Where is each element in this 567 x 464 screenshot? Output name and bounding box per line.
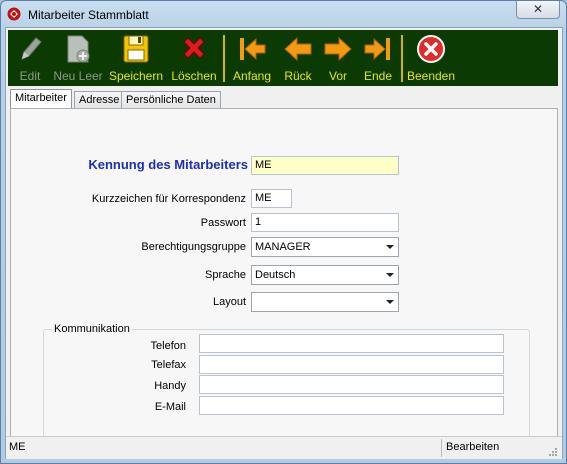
save-button[interactable]: Speichern <box>107 32 165 84</box>
new-empty-button-label: Neu Leer <box>53 69 103 83</box>
status-bar: ME Bearbeiten <box>6 436 562 459</box>
berechtigung-select[interactable]: MANAGER <box>251 237 399 257</box>
tab-panel-mitarbeiter: Kennung des Mitarbeiters ME Kurzzeichen … <box>10 108 558 437</box>
berechtigung-label: Berechtigungsgruppe <box>141 241 246 253</box>
telefax-input[interactable] <box>199 355 504 374</box>
email-input[interactable] <box>199 396 504 415</box>
exit-button[interactable]: Beenden <box>406 32 456 84</box>
next-arrow-icon <box>324 36 352 62</box>
toolbar: Edit Neu Leer Speichern Löschen Anfang R… <box>8 30 558 86</box>
tab-strip: Mitarbeiter Adresse Persönliche Daten <box>10 89 558 110</box>
kurzzeichen-label: Kurzzeichen für Korrespondenz <box>91 193 246 205</box>
last-record-button-label: Ende <box>363 69 393 83</box>
telefax-label: Telefax <box>151 359 186 371</box>
next-button[interactable]: Vor <box>319 32 357 84</box>
sprache-label: Sprache <box>205 269 246 281</box>
first-record-button[interactable]: Anfang <box>230 32 274 84</box>
floppy-disk-icon <box>123 35 149 63</box>
toolbar-separator <box>401 35 403 82</box>
previous-arrow-icon <box>284 36 312 62</box>
delete-button[interactable]: Löschen <box>170 32 218 84</box>
layout-label: Layout <box>212 296 246 308</box>
kommunikation-group: Kommunikation Telefon Telefax Handy E-Ma… <box>43 323 530 437</box>
previous-button[interactable]: Rück <box>278 32 318 84</box>
app-logo-icon <box>7 7 21 21</box>
email-label: E-Mail <box>154 401 186 413</box>
kurzzeichen-input[interactable]: ME <box>251 189 292 208</box>
first-record-icon <box>240 37 266 61</box>
tab-persoenliche-daten[interactable]: Persönliche Daten <box>121 91 221 109</box>
layout-select[interactable] <box>251 292 399 312</box>
kennung-input[interactable]: ME <box>251 156 399 175</box>
window-close-button[interactable]: ✕ <box>516 1 560 19</box>
kommunikation-title: Kommunikation <box>52 323 132 335</box>
chevron-down-icon[interactable] <box>386 300 394 304</box>
toolbar-separator <box>223 35 225 82</box>
tab-mitarbeiter[interactable]: Mitarbeiter <box>10 89 72 110</box>
pencil-icon <box>21 37 42 60</box>
chevron-down-icon[interactable] <box>386 245 394 249</box>
edit-button[interactable]: Edit <box>10 32 50 84</box>
resize-grip-icon[interactable] <box>546 445 558 457</box>
sprache-select[interactable]: Deutsch <box>251 265 399 285</box>
chevron-down-icon[interactable] <box>386 273 394 277</box>
handy-label: Handy <box>154 380 186 392</box>
status-mode: Bearbeiten <box>446 441 500 453</box>
kennung-label: Kennung des Mitarbeiters <box>88 157 248 172</box>
save-button-label: Speichern <box>108 69 164 83</box>
berechtigung-value: MANAGER <box>255 241 311 253</box>
telefon-label: Telefon <box>150 340 186 352</box>
title-bar[interactable]: Mitarbeiter Stammblatt ✕ <box>1 1 566 27</box>
status-record-id: ME <box>9 441 26 453</box>
tab-adresse[interactable]: Adresse <box>74 91 125 109</box>
telefon-input[interactable] <box>199 334 504 353</box>
exit-icon <box>417 35 445 63</box>
next-button-label: Vor <box>328 69 347 83</box>
passwort-input[interactable]: 1 <box>251 213 399 232</box>
red-x-icon <box>183 37 205 59</box>
delete-button-label: Löschen <box>171 69 217 83</box>
last-record-icon <box>364 37 390 61</box>
application-window: Mitarbeiter Stammblatt ✕ Edit Neu Leer S… <box>0 0 567 464</box>
last-record-button[interactable]: Ende <box>358 32 398 84</box>
new-empty-button[interactable]: Neu Leer <box>51 32 105 84</box>
edit-button-label: Edit <box>19 69 41 83</box>
exit-button-label: Beenden <box>406 69 456 83</box>
handy-input[interactable] <box>199 375 504 394</box>
previous-button-label: Rück <box>284 69 312 83</box>
new-document-icon <box>67 35 90 63</box>
first-record-button-label: Anfang <box>232 69 272 83</box>
sprache-value: Deutsch <box>255 269 296 281</box>
passwort-label: Passwort <box>200 217 246 229</box>
status-divider <box>441 439 442 457</box>
client-area: Edit Neu Leer Speichern Löschen Anfang R… <box>5 27 563 459</box>
window-title: Mitarbeiter Stammblatt <box>28 8 149 22</box>
